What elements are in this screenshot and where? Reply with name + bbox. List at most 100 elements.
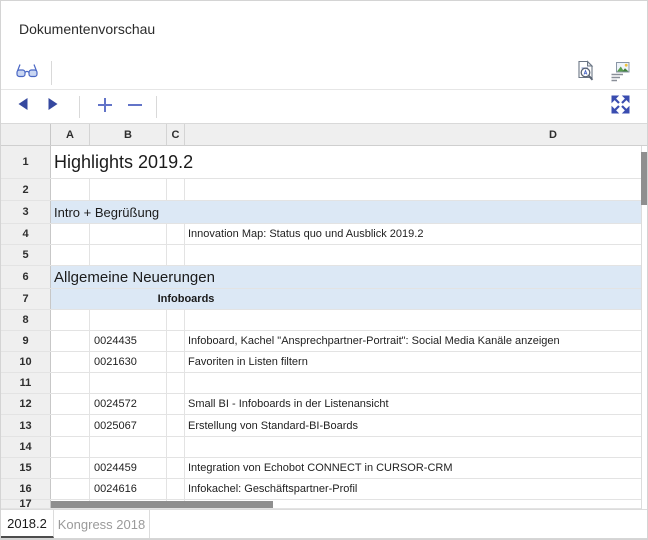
row-number: 17	[1, 500, 51, 508]
table-row: 4 Innovation Map: Status quo und Ausblick…	[1, 224, 641, 245]
row-number: 15	[1, 458, 51, 478]
table-row: 120024572Small BI - Infoboards in der Li…	[1, 394, 641, 415]
vertical-scrollbar-thumb[interactable]	[641, 152, 647, 205]
cell-a	[51, 179, 90, 200]
column-header-d: D	[185, 124, 647, 145]
cell-a	[51, 394, 90, 414]
table-row: 150024459Integration von Echobot CONNECT…	[1, 458, 641, 479]
table-row: 8	[1, 310, 641, 331]
cell-d: Innovation Map: Status quo und Ausblick …	[185, 224, 641, 244]
row-number: 4	[1, 224, 51, 244]
cell-a	[51, 437, 90, 457]
tab-2018-2[interactable]: 2018.2	[1, 510, 54, 538]
cell-c	[167, 331, 185, 351]
table-row: 11	[1, 373, 641, 394]
cell-c	[167, 245, 185, 265]
table-row: 2	[1, 179, 641, 201]
row-number: 3	[1, 201, 51, 223]
table-row: 3Intro + Begrüßung	[1, 201, 641, 224]
cell-c	[167, 310, 185, 330]
arrow-left-icon	[17, 97, 29, 116]
table-row: 160024616Infokachel: Geschäftspartner-Pr…	[1, 479, 641, 500]
expand-icon	[611, 95, 630, 119]
row-number: 10	[1, 352, 51, 372]
minus-icon	[126, 96, 144, 119]
cell-a	[51, 245, 90, 265]
row-number: 7	[1, 289, 51, 309]
previous-page-button[interactable]	[15, 97, 31, 115]
cell-b: 0025067	[90, 415, 167, 436]
cell-b: 0024435	[90, 331, 167, 351]
row-number: 6	[1, 266, 51, 288]
column-header-d-label: D	[549, 129, 557, 141]
toolbar-separator	[79, 96, 80, 118]
cell-a	[51, 373, 90, 393]
grid-rows: 1Highlights 2019.223Intro + Begrüßung4In…	[1, 146, 641, 509]
cell-a	[51, 331, 90, 351]
row-number: 12	[1, 394, 51, 414]
column-header-a: A	[51, 124, 90, 145]
cell-a	[51, 479, 90, 499]
table-row: 1Highlights 2019.2	[1, 146, 641, 179]
cell-d: Infoboard, Kachel "Ansprechpartner-Portr…	[185, 331, 641, 351]
cell-d	[185, 310, 641, 330]
row-number: 5	[1, 245, 51, 265]
cell-a	[51, 415, 90, 436]
image-report-button[interactable]	[608, 62, 632, 85]
column-header-b: B	[90, 124, 167, 145]
grid-corner	[1, 124, 51, 145]
print-preview-button[interactable]	[574, 61, 598, 86]
tab-kongress-2018[interactable]: Kongress 2018	[54, 510, 150, 538]
row-number: 2	[1, 179, 51, 200]
document-preview-window: Dokumentenvorschau	[0, 0, 648, 540]
cell-b	[90, 224, 167, 244]
table-row: 13 0025067 Erstellung von Standard-BI-Boar…	[1, 415, 641, 437]
cell-d	[185, 179, 641, 200]
zoom-out-button[interactable]	[123, 95, 147, 119]
next-page-button[interactable]	[45, 97, 61, 115]
row-number: 9	[1, 331, 51, 351]
preview-zoom-icon	[576, 60, 596, 88]
cell-c	[167, 437, 185, 457]
cell-c	[167, 373, 185, 393]
cell-d: Erstellung von Standard-BI-Boards	[185, 415, 641, 436]
sheet-title-text: Highlights 2019.2	[54, 152, 193, 173]
fullscreen-button[interactable]	[609, 96, 631, 118]
cell-c	[167, 394, 185, 414]
zoom-in-button[interactable]	[93, 95, 117, 119]
tab-label: 2018.2	[7, 516, 47, 531]
table-row: 7Infoboards	[1, 289, 641, 310]
cell-d: Infokachel: Geschäftspartner-Profil	[185, 479, 641, 499]
page-title: Dokumentenvorschau	[19, 21, 155, 37]
cell-d	[185, 245, 641, 265]
arrow-right-icon	[47, 97, 59, 116]
table-row: 6Allgemeine Neuerungen	[1, 266, 641, 289]
section-band-text: Intro + Begrüßung	[54, 205, 159, 220]
row-number: 1	[1, 146, 51, 178]
plus-icon	[96, 96, 114, 119]
cell-d	[185, 373, 641, 393]
toolbar-separator	[51, 61, 52, 85]
section-band-text: Allgemeine Neuerungen	[54, 269, 215, 286]
row-number: 16	[1, 479, 51, 499]
table-row: 5	[1, 245, 641, 266]
cell-d: Favoriten in Listen filtern	[185, 352, 641, 372]
reading-view-button[interactable]	[13, 62, 41, 84]
cell-d: Small BI - Infoboards in der Listenansic…	[185, 394, 641, 414]
toolbar-separator	[156, 96, 157, 118]
cell-a	[51, 310, 90, 330]
horizontal-scrollbar-thumb[interactable]	[51, 501, 273, 508]
row-number: 13	[1, 415, 51, 436]
cell-c	[167, 224, 185, 244]
cell-b	[90, 310, 167, 330]
cell-d	[185, 437, 641, 457]
table-row: 100021630Favoriten in Listen filtern	[1, 352, 641, 373]
cell-c	[167, 458, 185, 478]
row-number: 11	[1, 373, 51, 393]
cell-b	[90, 179, 167, 200]
row-number: 14	[1, 437, 51, 457]
cell-c	[167, 415, 185, 436]
column-header-c: C	[167, 124, 185, 145]
sheet-tab-bar: 2018.2 Kongress 2018	[1, 509, 647, 539]
toolbar-top	[1, 57, 647, 90]
